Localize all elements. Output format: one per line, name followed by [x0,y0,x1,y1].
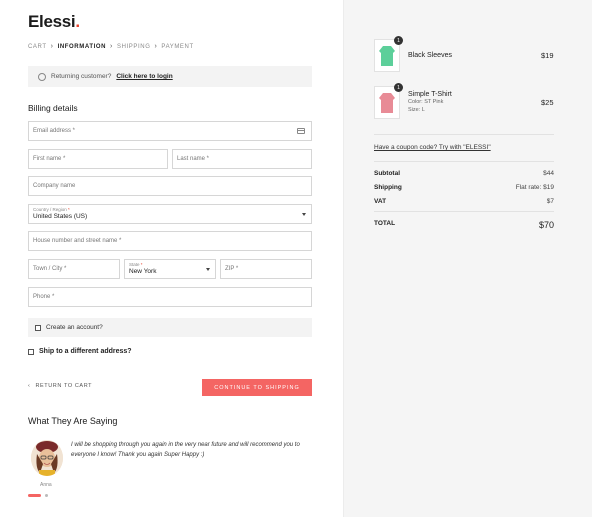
chevron-left-icon: ‹ [28,383,31,389]
user-icon [38,72,46,81]
avatar [31,440,63,476]
item-name: Simple T-Shirt [408,91,452,98]
quantity-badge: 1 [394,36,403,45]
city-field[interactable]: Town / City * [28,259,120,279]
breadcrumb-shipping: SHIPPING [116,43,151,50]
divider [374,161,554,162]
testimonial-author: Anna [40,482,52,488]
coupon-link[interactable]: Have a coupon code? Try with "ELESSI" [374,144,491,151]
divider [374,211,554,212]
carousel-dots [28,494,48,497]
return-to-cart-link[interactable]: ‹ RETURN TO CART [28,383,92,389]
order-summary-panel [343,0,592,517]
item-color: Color: ST Pink [408,99,444,105]
product-thumbnail: 1 [374,36,403,72]
company-field[interactable]: Company name [28,176,312,196]
item-price: $19 [541,51,554,60]
breadcrumb-information: INFORMATION [57,43,107,50]
testimonials-title: What They Are Saying [28,416,118,426]
breadcrumb-payment: PAYMENT [161,43,194,50]
email-field[interactable]: Email address * [28,121,312,141]
breadcrumb: CART › INFORMATION › SHIPPING › PAYMENT [28,43,194,50]
continue-to-shipping-button[interactable]: CONTINUE TO SHIPPING [202,379,312,396]
carousel-dot-active[interactable] [28,494,41,497]
chevron-right-icon: › [50,43,54,50]
first-name-field[interactable]: First name * [28,149,168,169]
returning-text: Returning customer? [51,73,112,80]
ship-different-checkbox[interactable] [28,348,34,355]
billing-title: Billing details [28,103,78,113]
create-account-row: Create an account? [28,318,312,337]
site-logo[interactable]: Elessi. [28,12,80,32]
state-select[interactable]: State * New York [124,259,216,279]
ship-different-label[interactable]: Ship to a different address? [39,348,132,355]
divider [374,134,554,135]
chevron-right-icon: › [154,43,158,50]
order-item: 1 Simple T-Shirt Color: ST Pink Size: L [374,83,452,119]
contact-card-icon [297,128,305,134]
quantity-badge: 1 [394,83,403,92]
address-field[interactable]: House number and street name * [28,231,312,251]
country-select[interactable]: Country / Region * United States (US) [28,204,312,224]
caret-down-icon [206,268,210,271]
returning-customer-bar: Returning customer? Click here to login [28,66,312,87]
sweater-icon [379,45,395,66]
breadcrumb-cart[interactable]: CART [28,44,47,50]
caret-down-icon [302,213,306,216]
create-account-label[interactable]: Create an account? [46,324,103,331]
testimonial-quote: I will be shopping through you again in … [71,442,300,458]
ship-different-row: Ship to a different address? [28,348,132,355]
product-thumbnail: 1 [374,83,403,119]
phone-field[interactable]: Phone * [28,287,312,307]
last-name-field[interactable]: Last name * [172,149,312,169]
item-size: Size: L [408,107,425,113]
item-name: Black Sleeves [408,52,452,59]
login-link[interactable]: Click here to login [116,73,172,80]
order-item: 1 Black Sleeves [374,36,452,72]
subtotal-row: Subtotal $44 [374,170,554,177]
carousel-dot[interactable] [45,494,48,497]
total-row: TOTAL $70 [374,220,554,230]
item-price: $25 [541,98,554,107]
checkout-main: Elessi. CART › INFORMATION › SHIPPING › … [0,0,343,517]
chevron-right-icon: › [110,43,113,50]
create-account-checkbox[interactable] [35,324,41,331]
zip-field[interactable]: ZIP * [220,259,312,279]
shipping-row: Shipping Flat rate: $19 [374,184,554,191]
vat-row: VAT $7 [374,198,554,205]
shirt-icon [379,92,395,113]
